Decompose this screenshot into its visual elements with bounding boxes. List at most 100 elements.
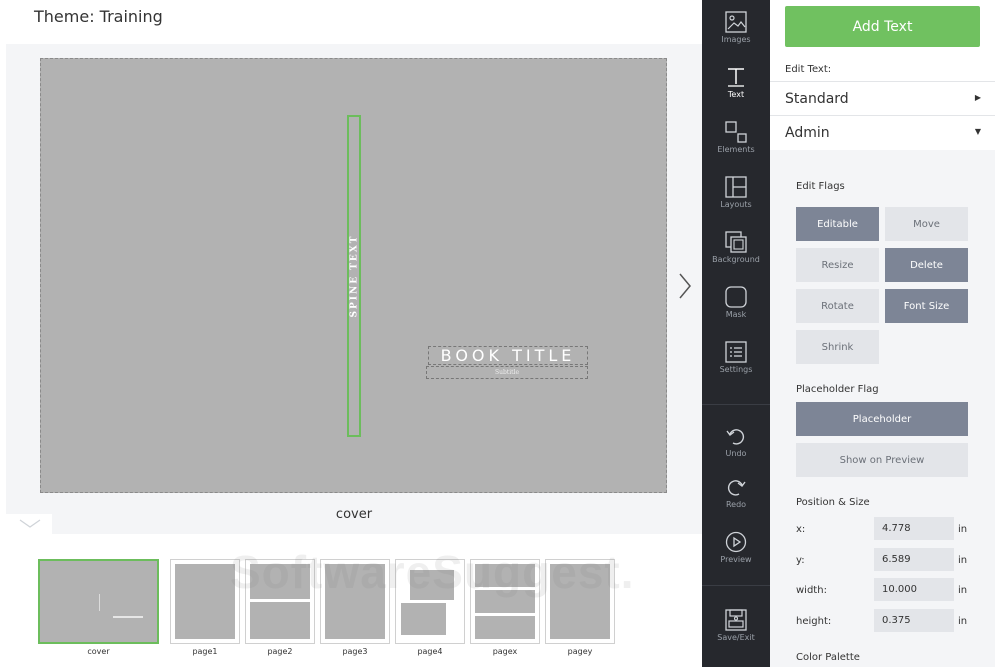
chevron-right-icon: [679, 273, 691, 299]
save-icon: [725, 609, 747, 631]
thumbnail-fill: [475, 590, 535, 613]
y-input[interactable]: [874, 548, 954, 571]
edit-text-label: Edit Text:: [785, 64, 832, 75]
rail-elements[interactable]: Elements: [702, 110, 770, 165]
rail-label: Settings: [719, 365, 753, 374]
rail-label: Text: [727, 90, 745, 99]
placeholder-button[interactable]: Placeholder: [796, 402, 968, 436]
thumbnail-label: page4: [417, 647, 443, 656]
thumbnail-fill: [325, 564, 385, 639]
y-label: y:: [796, 555, 805, 566]
rail-label: Images: [721, 35, 751, 44]
width-input[interactable]: [874, 578, 954, 601]
thumbnail-spine-mark: [99, 594, 100, 611]
play-circle-icon: [725, 531, 747, 553]
background-icon: [725, 231, 747, 253]
width-label: width:: [796, 585, 827, 596]
chevron-down-icon: [19, 519, 41, 528]
rail-divider: [702, 585, 770, 586]
thumbnail-fill: [401, 603, 446, 635]
thumbnail-cover[interactable]: [38, 559, 159, 644]
flag-font-size-button[interactable]: Font Size: [885, 289, 968, 323]
thumbnail-label: pagex: [492, 647, 518, 656]
rail-label: Save/Exit: [717, 633, 755, 642]
text-icon: [728, 68, 744, 87]
thumbnail-page2[interactable]: [245, 559, 315, 644]
rail-preview[interactable]: Preview: [702, 520, 770, 575]
rail-images[interactable]: Images: [702, 0, 770, 55]
spine-text-container[interactable]: SPINE TEXT: [346, 115, 362, 437]
rail-settings[interactable]: Settings: [702, 330, 770, 385]
thumbnail-page4[interactable]: [395, 559, 465, 644]
mask-icon: [725, 286, 747, 308]
thumbnail-fill: [475, 616, 535, 639]
x-input[interactable]: [874, 517, 954, 540]
thumbnail-label: page2: [267, 647, 293, 656]
rail-undo[interactable]: Undo: [702, 414, 770, 469]
rail-label: Mask: [725, 310, 747, 319]
rail-label: Undo: [725, 449, 747, 458]
thumbnail-fill: [550, 564, 610, 639]
rail-text[interactable]: Text: [702, 55, 770, 110]
placeholder-flag-label: Placeholder Flag: [796, 384, 879, 395]
accordion-label: Standard: [785, 90, 849, 107]
rail-save-exit[interactable]: Save/Exit: [702, 598, 770, 653]
list-settings-icon: [725, 341, 747, 363]
accordion-standard[interactable]: Standard ▶: [770, 81, 995, 115]
rail-layouts[interactable]: Layouts: [702, 165, 770, 220]
show-on-preview-button[interactable]: Show on Preview: [796, 443, 968, 477]
rail-label: Background: [712, 255, 760, 264]
edit-flags-label: Edit Flags: [796, 181, 845, 192]
thumbnail-title-mark: [113, 616, 143, 618]
position-size-label: Position & Size: [796, 497, 870, 508]
thumbnail-fill: [250, 602, 310, 639]
layout-icon: [725, 176, 747, 198]
flag-resize-button[interactable]: Resize: [796, 248, 879, 282]
y-unit: in: [958, 555, 968, 566]
thumbnail-fill: [475, 564, 535, 587]
thumbnail-label: page1: [192, 647, 218, 656]
rail-label: Layouts: [720, 200, 752, 209]
rail-redo[interactable]: Redo: [702, 465, 770, 520]
height-unit: in: [958, 616, 968, 627]
properties-panel: Add Text Edit Text: Standard ▶ Admin ▼ E…: [770, 0, 1000, 667]
spine-text: SPINE TEXT: [349, 234, 359, 318]
collapse-thumbnails-tab[interactable]: [6, 514, 52, 534]
undo-icon: [726, 429, 745, 445]
thumbnail-fill: [250, 564, 310, 599]
color-palette-label: Color Palette: [796, 652, 860, 663]
thumbnail-fill: [410, 570, 454, 600]
thumbnail-page1[interactable]: [170, 559, 240, 644]
caret-right-icon: ▶: [974, 93, 981, 102]
height-input[interactable]: [874, 609, 954, 632]
rail-label: Elements: [717, 145, 755, 154]
flag-move-button[interactable]: Move: [885, 207, 968, 241]
theme-title: Theme: Training: [34, 7, 163, 26]
shapes-icon: [725, 121, 747, 143]
rail-background[interactable]: Background: [702, 220, 770, 275]
rail-divider: [702, 404, 770, 405]
redo-icon: [727, 480, 746, 496]
width-unit: in: [958, 585, 968, 596]
thumbnail-pagex[interactable]: [470, 559, 540, 644]
rail-label: Preview: [720, 555, 752, 564]
height-label: height:: [796, 616, 832, 627]
thumbnail-pagey[interactable]: [545, 559, 615, 644]
page-label: cover: [335, 507, 373, 522]
flag-editable-button[interactable]: Editable: [796, 207, 879, 241]
thumbnail-page3[interactable]: [320, 559, 390, 644]
flag-shrink-button[interactable]: Shrink: [796, 330, 879, 364]
book-title-text[interactable]: BOOK TITLE: [428, 346, 588, 365]
flag-delete-button[interactable]: Delete: [885, 248, 968, 282]
subtitle-text[interactable]: Subtitle: [426, 366, 588, 379]
rail-mask[interactable]: Mask: [702, 275, 770, 330]
x-unit: in: [958, 524, 968, 535]
add-text-button[interactable]: Add Text: [785, 6, 980, 47]
x-label: x:: [796, 524, 806, 535]
tool-rail: Images Text Elements Layouts Background …: [702, 0, 770, 667]
flag-rotate-button[interactable]: Rotate: [796, 289, 879, 323]
image-icon: [725, 11, 747, 33]
admin-section: Edit Flags Editable Move Resize Delete R…: [770, 150, 995, 667]
next-page-arrow[interactable]: [675, 271, 695, 301]
accordion-admin[interactable]: Admin ▼: [770, 115, 995, 149]
